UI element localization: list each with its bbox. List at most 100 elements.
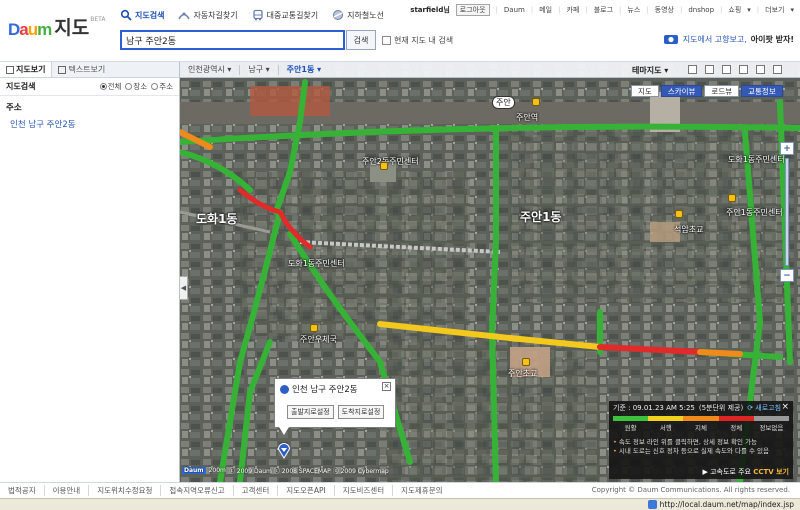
zoom-slider[interactable]	[785, 158, 789, 266]
link-video[interactable]: 동영상	[655, 5, 674, 15]
panel-title: 지도검색	[6, 82, 36, 91]
zoom-out-button[interactable]: −	[780, 269, 794, 282]
footer-link-support[interactable]: 고객센터	[234, 485, 279, 496]
footer-link-guide[interactable]: 이용안내	[45, 485, 90, 496]
maptype-skyview[interactable]: 스카이뷰	[660, 85, 703, 97]
set-destination-button[interactable]: 도착지로설정	[337, 405, 385, 419]
save-icon[interactable]	[722, 65, 731, 74]
link-mail[interactable]: 메일	[539, 5, 552, 15]
subway-station-icon[interactable]	[532, 98, 540, 106]
post-office-icon[interactable]	[310, 324, 318, 332]
maptype-roadview[interactable]: 로드뷰	[704, 85, 740, 97]
place-label-juan1-center[interactable]: 주안1동주민센터	[726, 207, 783, 218]
link-shopping[interactable]: 쇼핑	[728, 5, 741, 15]
footer: 법적공지 이용안내 지도위치수정요청 접속지역오류신고 고객센터 지도오픈API…	[0, 482, 800, 498]
chevron-down-icon[interactable]: ▾	[747, 6, 751, 14]
school-icon[interactable]	[522, 358, 530, 366]
radio-all[interactable]: 전체	[99, 81, 122, 92]
left-panel: 지도보기 텍스트보기 지도검색 전체 장소 주소 주소 인천 남구 주안2동	[0, 62, 180, 482]
tab-text-view[interactable]: 텍스트보기	[52, 62, 111, 77]
close-icon[interactable]: ×	[781, 402, 789, 412]
map-marker-icon[interactable]	[277, 443, 291, 459]
footer-link-legal[interactable]: 법적공지	[0, 485, 45, 496]
footer-link-partnership[interactable]: 지도제휴문의	[393, 485, 450, 496]
school-icon[interactable]	[675, 210, 683, 218]
username: starfield님	[410, 6, 450, 14]
map-view[interactable]: 인천광역시 ▾ 남구 ▾ 주안1동 ▾ 테마지도 ▾ 지도 스카이뷰 로드뷰 교…	[180, 62, 800, 482]
footer-link-region-error[interactable]: 접속지역오류신고	[161, 485, 234, 496]
info-window-tail	[279, 427, 289, 435]
measure-area-icon[interactable]	[705, 65, 714, 74]
legend-label: 원활	[624, 424, 637, 432]
legend-label: 정체	[730, 424, 743, 432]
link-blog[interactable]: 블로그	[594, 5, 613, 15]
chevron-down-icon[interactable]: ▾	[790, 6, 794, 14]
close-icon[interactable]: ×	[382, 382, 391, 391]
location-pin-icon	[280, 384, 289, 394]
breadcrumb-city[interactable]: 인천광역시 ▾	[180, 64, 239, 75]
radio-dot[interactable]	[125, 83, 133, 90]
radio-dot[interactable]	[99, 83, 107, 90]
refresh-button[interactable]: ⟳ 새로고침	[747, 403, 781, 413]
maptype-traffic[interactable]: 교통정보	[741, 85, 783, 97]
mail-icon[interactable]	[756, 65, 765, 74]
place-label-seogam-school[interactable]: 석암초교	[674, 224, 703, 235]
set-start-button[interactable]: 출발지로설정	[287, 405, 334, 419]
footer-link-location-fix[interactable]: 지도위치수정요청	[89, 485, 162, 496]
search-button[interactable]: 검색	[346, 30, 376, 50]
result-link[interactable]: 인천 남구 주안2동	[0, 116, 179, 132]
radio-place[interactable]: 장소	[125, 81, 147, 92]
traffic-interval: (5분단위 제공)	[698, 403, 744, 412]
place-label-top-right[interactable]: 도화1동주민센터	[728, 154, 785, 165]
radio-label: 전체	[107, 82, 122, 91]
place-label-post-office[interactable]: 주안우체국	[300, 334, 337, 345]
nav-car-route[interactable]: 자동차길찾기	[178, 9, 238, 21]
nav-label: 대중교통길찾기	[266, 10, 319, 20]
government-office-icon[interactable]	[728, 194, 736, 202]
tab-map-view[interactable]: 지도보기	[0, 62, 53, 77]
link-more[interactable]: 더보기	[765, 5, 784, 15]
station-badge[interactable]: 주안	[492, 96, 515, 109]
cctv-link[interactable]: ▶ 고속도로 주요 CCTV 보기	[702, 467, 789, 477]
maptype-map[interactable]: 지도	[631, 85, 659, 97]
zoom-in-button[interactable]: +	[780, 142, 794, 155]
breadcrumb-dong[interactable]: 주안1동 ▾	[279, 64, 329, 75]
measure-distance-icon[interactable]	[688, 65, 697, 74]
divider: |	[756, 6, 760, 14]
government-office-icon[interactable]	[380, 162, 388, 170]
theme-label: 테마지도	[632, 66, 662, 75]
browser-status-bar: http://local.daum.net/map/index.jsp	[0, 498, 800, 510]
promo-banner[interactable]: 지도에서 고향보고, 아이팟 받자!	[663, 33, 794, 45]
divider: |	[720, 6, 723, 14]
logout-button[interactable]: 로그아웃	[455, 4, 490, 16]
place-label-juan2-center[interactable]: 주안2동주민센터	[362, 156, 419, 167]
link-news[interactable]: 뉴스	[627, 5, 640, 15]
daum-map-logo[interactable]: Daum 지도 BETA	[8, 14, 105, 40]
theme-map-button[interactable]: 테마지도 ▾	[632, 65, 668, 76]
traffic-time: 기준 : 09.01.23 AM 5:25	[613, 403, 695, 412]
panel-collapse-button[interactable]: ◀	[180, 276, 188, 300]
link-cafe[interactable]: 카페	[566, 5, 579, 15]
radio-dot[interactable]	[151, 83, 159, 90]
link-icon[interactable]	[773, 65, 782, 74]
place-label-station[interactable]: 주안역	[516, 112, 538, 123]
car-route-icon	[178, 12, 191, 20]
radio-address[interactable]: 주소	[151, 81, 173, 92]
nav-subway[interactable]: 지하철노선	[332, 9, 384, 21]
place-label-juan-school[interactable]: 주안초교	[508, 368, 537, 379]
print-icon[interactable]	[739, 65, 748, 74]
divider: |	[530, 6, 534, 14]
footer-link-biz-center[interactable]: 지도비즈센터	[335, 485, 394, 496]
nav-public-transit[interactable]: 대중교통길찾기	[252, 9, 319, 21]
link-dnshop[interactable]: dnshop	[688, 6, 714, 14]
search-input[interactable]	[120, 30, 345, 50]
breadcrumb-district[interactable]: 남구 ▾	[240, 64, 277, 75]
place-label-dohwa-center[interactable]: 도화1동주민센터	[288, 258, 345, 269]
link-daum[interactable]: Daum	[504, 6, 525, 14]
map-view-icon	[6, 65, 14, 74]
checkbox-box[interactable]	[382, 35, 391, 45]
status-url: http://local.daum.net/map/index.jsp	[659, 500, 794, 509]
nav-map-search[interactable]: 지도검색	[120, 9, 164, 21]
footer-link-open-api[interactable]: 지도오픈API	[278, 485, 335, 496]
search-in-current-map-checkbox[interactable]: 현재 지도 내 검색	[382, 35, 453, 46]
